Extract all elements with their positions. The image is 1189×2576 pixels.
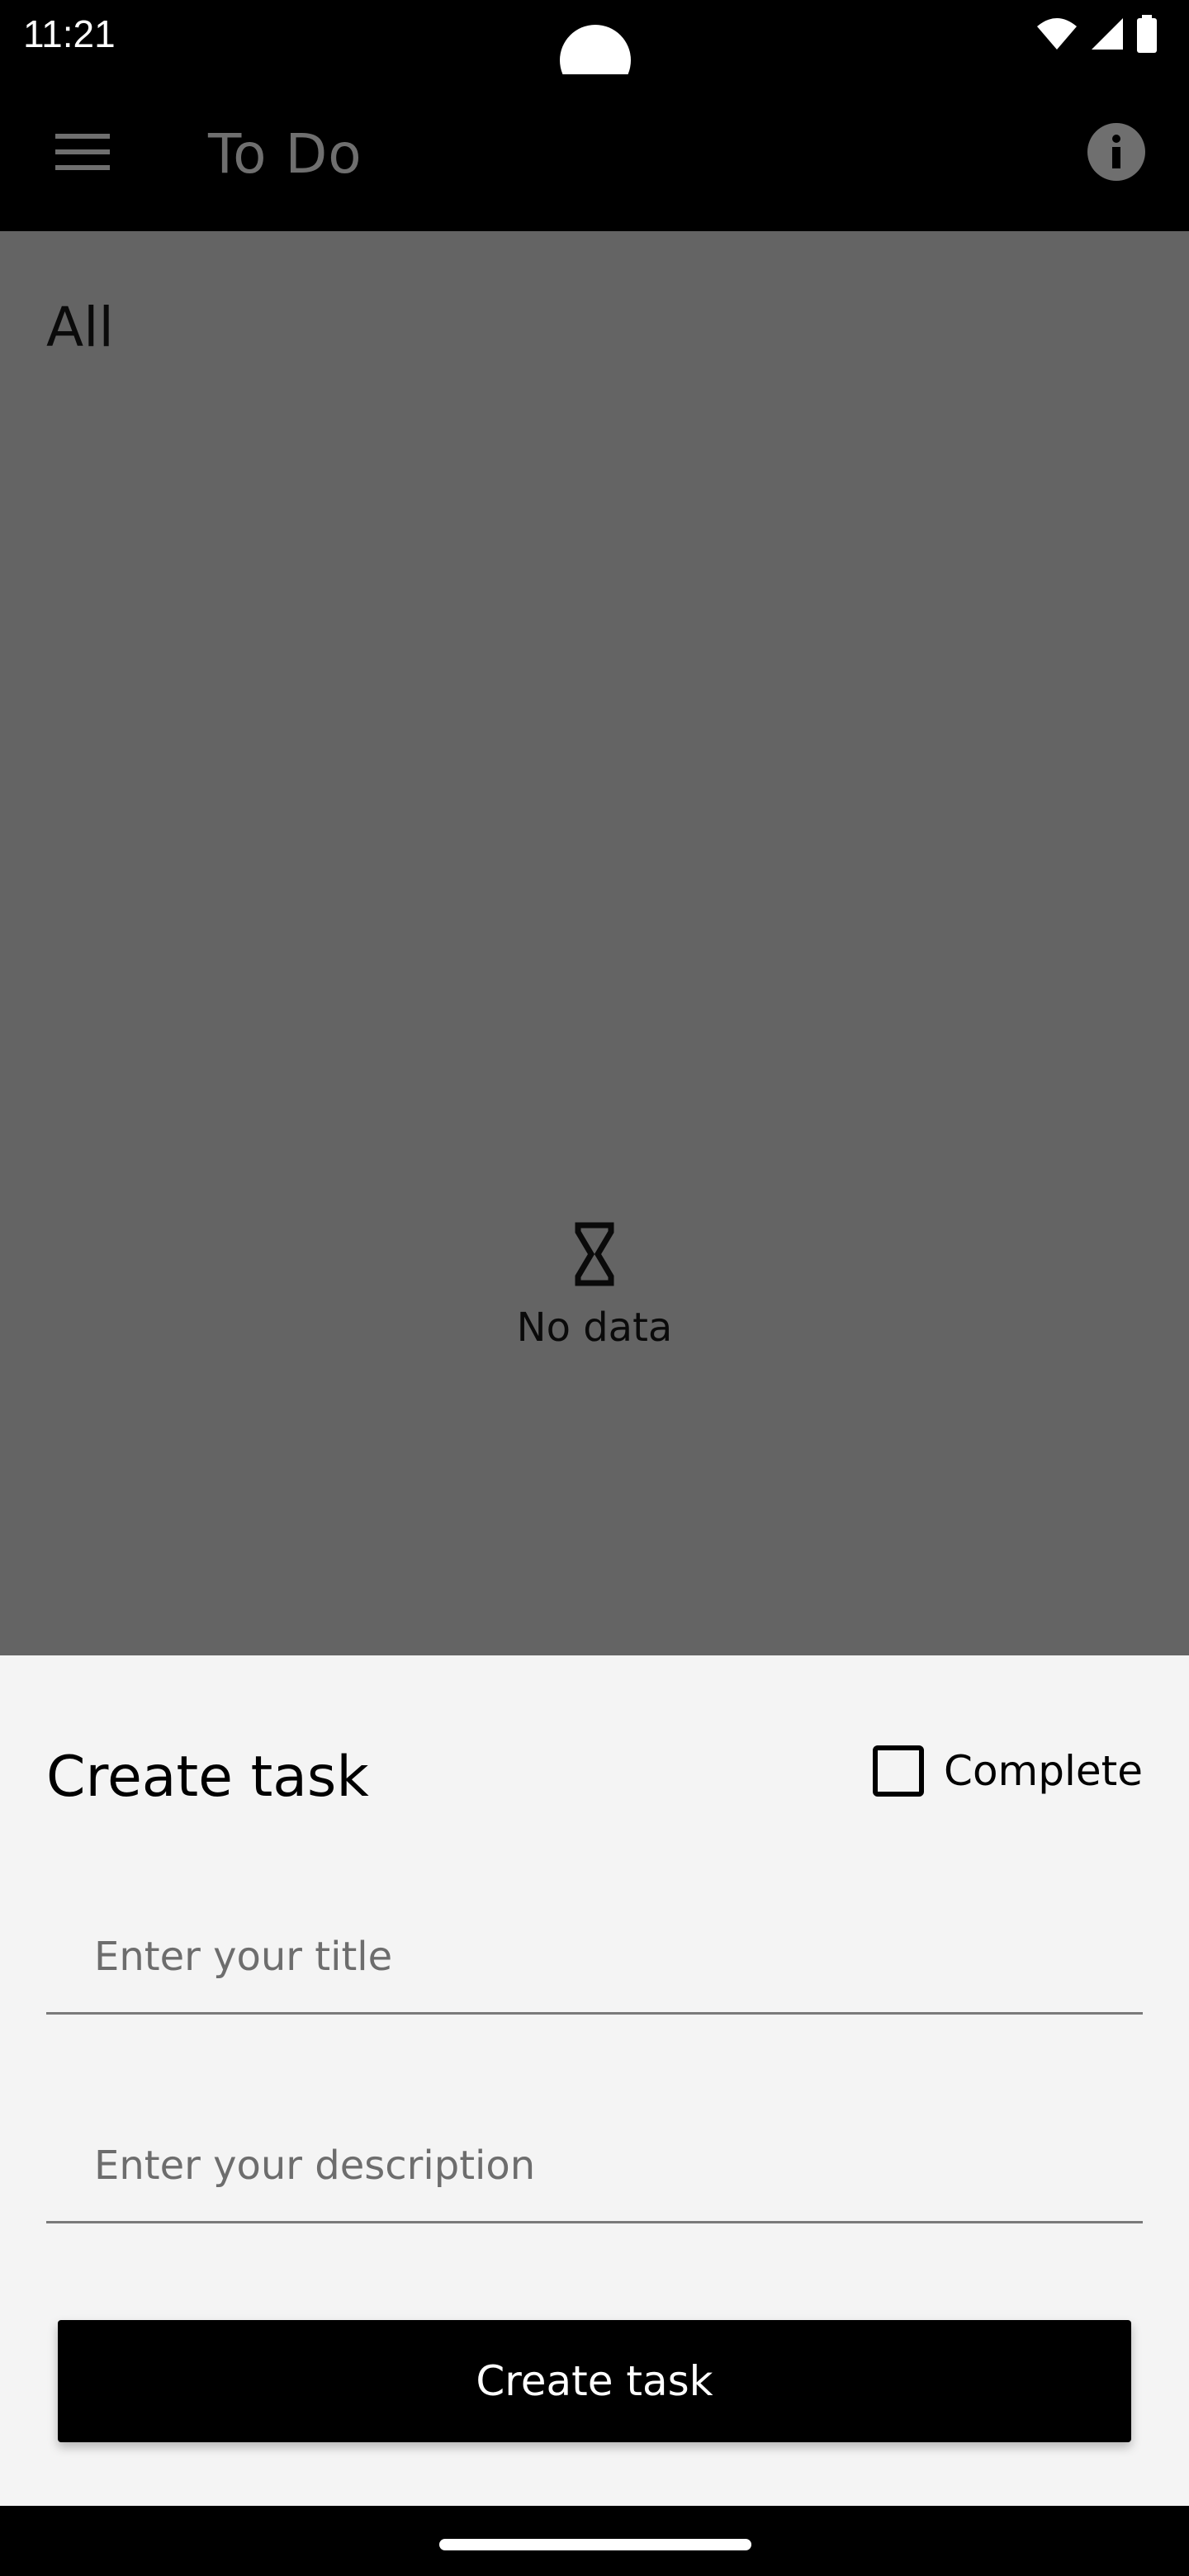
- empty-state: No data: [0, 1222, 1189, 1351]
- wifi-icon: [1035, 17, 1078, 54]
- complete-label: Complete: [944, 1747, 1143, 1795]
- create-task-button[interactable]: Create task: [58, 2320, 1131, 2442]
- app-title: To Do: [208, 122, 362, 186]
- home-indicator[interactable]: [439, 2539, 751, 2550]
- empty-state-text: No data: [516, 1305, 673, 1351]
- complete-checkbox[interactable]: [873, 1745, 925, 1797]
- menu-button[interactable]: [46, 117, 119, 190]
- description-field[interactable]: [46, 2108, 1143, 2223]
- title-input[interactable]: [92, 1924, 1083, 1990]
- info-icon: [1087, 123, 1145, 184]
- status-time: 11:21: [23, 12, 116, 55]
- complete-toggle[interactable]: Complete: [873, 1745, 1143, 1797]
- status-icons: [1035, 15, 1158, 56]
- navigation-bar: [0, 2506, 1189, 2576]
- menu-icon: [55, 132, 110, 175]
- app-bar: To Do: [0, 74, 1189, 231]
- sheet-title: Create task: [46, 1745, 369, 1810]
- screen: 11:21 To Do All No data Create task Comp…: [0, 0, 1189, 2576]
- filter-label: All: [46, 296, 114, 359]
- battery-icon: [1136, 15, 1158, 56]
- task-list-area: All No data: [0, 231, 1189, 1655]
- status-bar: 11:21: [0, 0, 1189, 96]
- cell-signal-icon: [1090, 17, 1125, 54]
- description-input[interactable]: [92, 2133, 1083, 2199]
- title-field[interactable]: [46, 1899, 1143, 2015]
- hourglass-icon: [575, 1222, 614, 1286]
- info-button[interactable]: [1080, 117, 1153, 190]
